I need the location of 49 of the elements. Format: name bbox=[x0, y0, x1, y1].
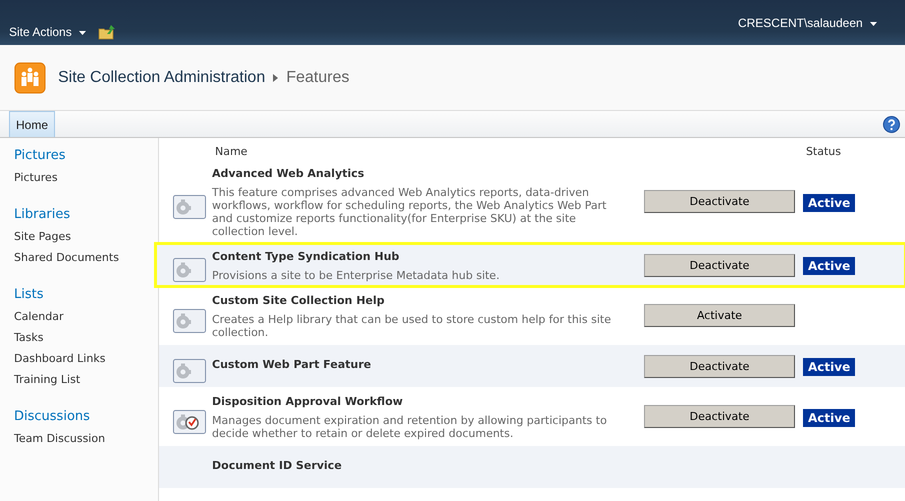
feature-description: Provisions a site to be Enterprise Metadata hub site. bbox=[212, 269, 501, 282]
nav-heading[interactable]: Discussions bbox=[0, 407, 158, 429]
nav-item[interactable]: Shared Documents bbox=[0, 248, 158, 269]
feature-name: Document ID Service bbox=[212, 458, 343, 472]
nav-item[interactable]: Site Pages bbox=[0, 227, 158, 248]
nav-heading[interactable]: Libraries bbox=[0, 205, 158, 227]
people-logo-icon bbox=[14, 62, 46, 94]
feature-name: Disposition Approval Workflow bbox=[212, 395, 404, 408]
gear-check-icon bbox=[173, 410, 206, 434]
nav-item[interactable]: Tasks bbox=[0, 328, 158, 349]
feature-name: Custom Site Collection Help bbox=[212, 294, 386, 307]
nav-item[interactable]: Calendar bbox=[0, 307, 158, 328]
feature-name: Custom Web Part Feature bbox=[212, 358, 372, 370]
site-actions-menu[interactable]: Site Actions bbox=[9, 25, 86, 39]
page-title: Features bbox=[286, 68, 350, 86]
feature-description: Manages document expiration and retention by allowing participants to decide whether to retain or delete expired documents. bbox=[212, 414, 608, 440]
status-badge: Active bbox=[803, 358, 856, 376]
feature-action-button[interactable]: Deactivate bbox=[644, 190, 795, 213]
status-badge: Active bbox=[803, 194, 856, 212]
feature-action-button[interactable]: Deactivate bbox=[644, 254, 795, 276]
gear-icon bbox=[173, 258, 206, 282]
ribbon-tab[interactable]: Home bbox=[9, 111, 56, 137]
nav-item[interactable]: Team Discussion bbox=[0, 429, 158, 450]
status-badge: Active bbox=[803, 408, 856, 426]
column-header: Name bbox=[215, 144, 248, 158]
nav-heading[interactable]: Lists bbox=[0, 285, 158, 307]
column-header: Status bbox=[806, 144, 841, 158]
gear-icon bbox=[173, 194, 206, 218]
feature-description: Creates a Help library that can be used to store custom help for this site collection. bbox=[212, 313, 612, 339]
status-badge: Active bbox=[803, 257, 856, 275]
nav-item[interactable]: Pictures bbox=[0, 168, 158, 189]
caret-icon bbox=[79, 30, 86, 35]
feature-name: Advanced Web Analytics bbox=[212, 167, 366, 180]
gear-icon bbox=[173, 359, 206, 383]
gear-icon bbox=[173, 308, 206, 332]
breadcrumb-arrow-icon bbox=[273, 74, 278, 82]
feature-action-button[interactable]: Deactivate bbox=[644, 354, 795, 378]
user-menu[interactable]: CRESCENT\salaudeen bbox=[738, 16, 877, 30]
caret-icon bbox=[870, 22, 877, 26]
site-title[interactable]: Site Collection Administration bbox=[58, 68, 266, 86]
feature-action-button[interactable]: Deactivate bbox=[644, 405, 795, 428]
feature-action-button[interactable]: Activate bbox=[644, 304, 795, 327]
folder-arrow-icon[interactable] bbox=[98, 24, 116, 40]
feature-description: This feature comprises advanced Web Analytics reports, data-driven workflows, workflow for scheduling reports, the Web Analytics Web Part and customize reports functionality(for Enterprise SKU) at the site collection level. bbox=[212, 186, 608, 238]
help-icon[interactable] bbox=[883, 116, 900, 132]
feature-name: Content Type Syndication Hub bbox=[212, 250, 400, 263]
nav-item[interactable]: Training List bbox=[0, 370, 158, 391]
nav-item[interactable]: Dashboard Links bbox=[0, 349, 158, 370]
nav-heading[interactable]: Pictures bbox=[0, 146, 158, 168]
